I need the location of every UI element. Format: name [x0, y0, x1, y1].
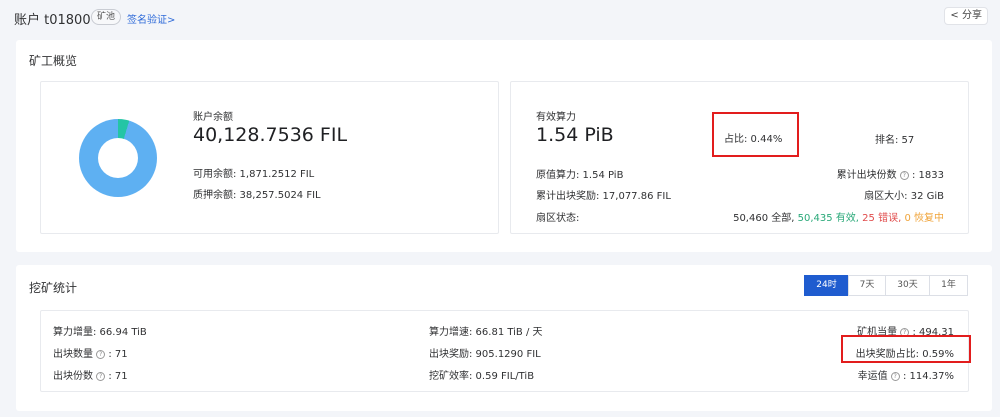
miner-overview-card: 矿工概览 账户余额 40,128.7536 FIL 可用余额: 1,871.25… [16, 40, 992, 252]
win-count: 出块份数 ? : 71 [53, 367, 128, 382]
info-icon[interactable]: ? [96, 372, 106, 381]
luck-value: 幸运值 ? : 114.37% [858, 367, 954, 382]
power-share: 占比: 0.44% [724, 134, 783, 145]
sector-size: 扇区大小: 32 GiB [864, 191, 944, 202]
sector-recovering: 0 恢复中 [904, 213, 944, 224]
pool-tag: 矿池 [91, 9, 122, 25]
account-title: 账户 t01800 [14, 13, 91, 28]
power-rank: 排名: 57 [875, 135, 915, 146]
block-reward-ratio: 出块奖励占比: 0.59% [855, 349, 954, 360]
balance-label: 账户余额 [193, 112, 233, 123]
power-growth-rate: 算力增速: 66.81 TiB / 天 [429, 327, 543, 338]
win-count-value: : 71 [108, 371, 128, 382]
total-block-reward: 累计出块奖励: 17,077.86 FIL [536, 191, 671, 202]
sector-status-values: 50,460 全部, 50,435 有效, 25 错误, 0 恢复中 [733, 209, 944, 224]
balance-panel: 账户余额 40,128.7536 FIL 可用余额: 1,871.2512 FI… [40, 81, 499, 234]
period-tab-30d[interactable]: 30天 [885, 275, 930, 296]
balance-donut-chart [79, 119, 157, 197]
share-button[interactable]: < 分享 [944, 7, 988, 25]
top-bar: 账户 t01800 矿池 签名验证> < 分享 [0, 0, 1000, 34]
period-tab-24h[interactable]: 24时 [804, 275, 849, 296]
blocks-mined-value: : 71 [108, 349, 128, 360]
win-count-label: 出块份数 [53, 371, 93, 382]
total-blocks: 累计出块份数 ? : 1833 [837, 166, 944, 181]
sector-faulty: 25 错误, [862, 213, 902, 224]
period-tab-1y[interactable]: 1年 [929, 275, 968, 296]
power-panel: 有效算力 1.54 PiB 占比: 0.44% 排名: 57 原值算力: 1.5… [510, 81, 969, 234]
stats-panel: 算力增量: 66.94 TiB 出块数量 ? : 71 出块份数 ? : 71 … [40, 310, 971, 392]
effective-power-value: 1.54 PiB [536, 124, 614, 146]
mining-stats-card: 挖矿统计 24时 7天 30天 1年 算力增量: 66.94 TiB 出块数量 … [16, 265, 992, 411]
stats-title: 挖矿统计 [29, 281, 78, 295]
signature-verify-link[interactable]: 签名验证> [127, 11, 175, 26]
share-icon: < [950, 10, 959, 21]
total-blocks-label: 累计出块份数 [836, 170, 897, 181]
info-icon[interactable]: ? [899, 171, 909, 180]
sector-status-label: 扇区状态: [536, 213, 580, 224]
balance-value: 40,128.7536 FIL [193, 124, 348, 146]
available-balance: 可用余额: 1,871.2512 FIL [193, 169, 315, 180]
luck-label: 幸运值 [857, 371, 888, 382]
sector-active: 50,435 有效, [797, 213, 859, 224]
power-increase: 算力增量: 66.94 TiB [53, 327, 147, 338]
period-tab-7d[interactable]: 7天 [848, 275, 886, 296]
sector-total: 50,460 全部, [733, 213, 795, 224]
info-icon[interactable]: ? [890, 372, 900, 381]
raw-power: 原值算力: 1.54 PiB [536, 170, 624, 181]
share-label: 分享 [962, 10, 982, 21]
blocks-mined-label: 出块数量 [53, 349, 93, 360]
effective-power-label: 有效算力 [536, 112, 576, 123]
overview-title: 矿工概览 [29, 54, 78, 68]
info-icon[interactable]: ? [96, 350, 106, 359]
blocks-mined: 出块数量 ? : 71 [53, 345, 128, 360]
luck-number: : 114.37% [902, 371, 954, 382]
pledged-balance: 质押余额: 38,257.5024 FIL [193, 190, 321, 201]
total-blocks-value: : 1833 [912, 170, 944, 181]
mining-efficiency: 挖矿效率: 0.59 FIL/TiB [429, 371, 535, 382]
block-reward: 出块奖励: 905.1290 FIL [429, 349, 541, 360]
